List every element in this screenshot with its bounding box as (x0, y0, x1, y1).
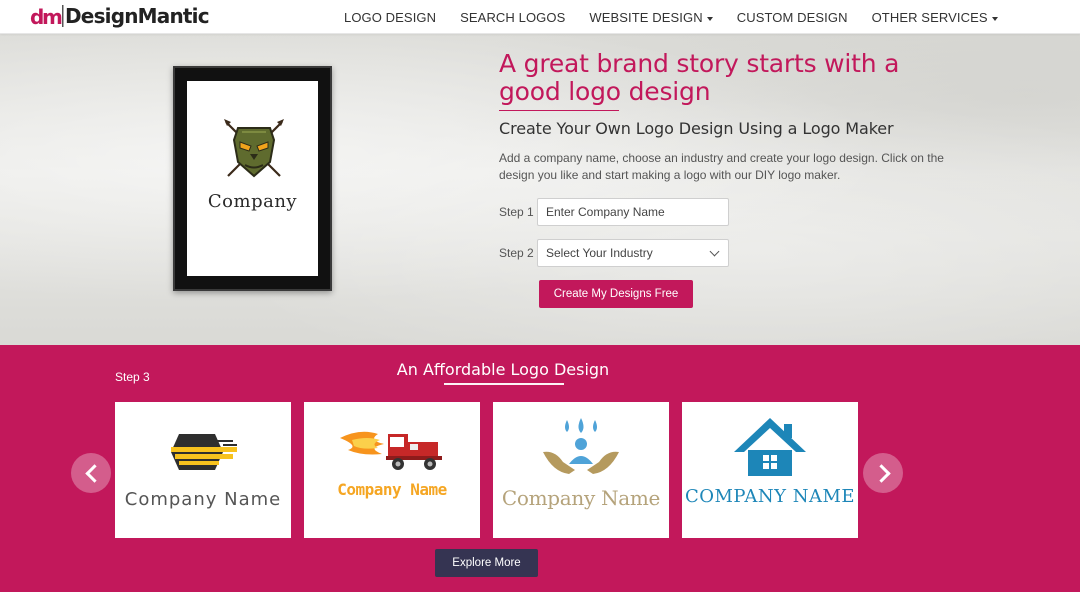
gallery-title: An Affordable Logo Design (396, 360, 610, 379)
gallery-title-underline (444, 383, 564, 385)
logo-card[interactable]: Company Name (493, 402, 669, 538)
card-company-name: Company Name (501, 486, 661, 510)
logo-preview-frame: Company (173, 66, 332, 291)
industry-select[interactable]: Select Your Industry (537, 239, 729, 267)
brand-name: DesignMantic (65, 4, 210, 28)
fire-truck-icon (340, 431, 442, 470)
industry-selected-value: Select Your Industry (546, 246, 653, 260)
nav-search-logos[interactable]: SEARCH LOGOS (460, 10, 565, 25)
hexagon-speed-icon (171, 434, 237, 470)
hands-water-drops-icon (543, 418, 619, 474)
step-2-label: Step 2 (499, 246, 534, 260)
nav-other-services[interactable]: OTHER SERVICES (872, 10, 998, 25)
card-company-name: Company Name (337, 480, 447, 499)
carousel-prev-button[interactable] (71, 453, 111, 493)
explore-more-button[interactable]: Explore More (435, 549, 538, 577)
logo-preview: Company (187, 81, 318, 276)
logo-gallery-section: Step 3 An Affordable Logo Design Company… (0, 345, 1080, 595)
logo-card[interactable]: Company Name (304, 402, 480, 538)
create-designs-button[interactable]: Create My Designs Free (539, 280, 693, 308)
card-company-name: Company Name (124, 489, 282, 510)
caret-down-icon (706, 16, 713, 21)
hero-subtitle: Create Your Own Logo Design Using a Logo… (499, 119, 894, 138)
company-name-input[interactable]: Enter Company Name (537, 198, 729, 226)
logo-card[interactable]: COMPANY NAME (682, 402, 858, 538)
logo-card[interactable]: Company Name (115, 402, 291, 538)
company-name-placeholder: Enter Company Name (546, 205, 665, 219)
hero-section: Company A great brand story starts with … (0, 34, 1080, 345)
designmantic-logo[interactable]: d m DesignMantic (30, 2, 210, 30)
house-icon (734, 418, 806, 476)
warrior-mask-icon (224, 119, 284, 178)
top-navigation: d m DesignMantic LOGO DESIGN SEARCH LOGO… (0, 0, 1080, 34)
hero-title: A great brand story starts with a good l… (499, 49, 900, 106)
card-company-name: COMPANY NAME (684, 486, 856, 507)
preview-company-name: Company (207, 191, 298, 212)
title-underline (499, 110, 619, 111)
nav-logo-design[interactable]: LOGO DESIGN (344, 10, 436, 25)
nav-custom-design[interactable]: CUSTOM DESIGN (737, 10, 848, 25)
chevron-down-icon (709, 246, 720, 256)
dm-logo-icon: d m (30, 5, 64, 29)
main-menu: LOGO DESIGN SEARCH LOGOS WEBSITE DESIGN … (344, 0, 1022, 34)
nav-website-design[interactable]: WEBSITE DESIGN (589, 10, 713, 25)
step-1-label: Step 1 (499, 205, 534, 219)
svg-text:m: m (42, 5, 63, 29)
caret-down-icon (991, 16, 998, 21)
carousel-next-button[interactable] (863, 453, 903, 493)
hero-description: Add a company name, choose an industry a… (499, 151, 944, 182)
